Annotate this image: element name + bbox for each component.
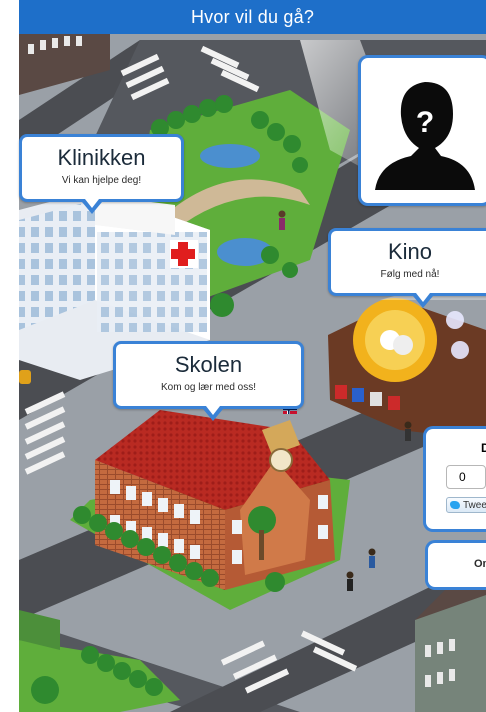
mystery-person-icon: ?	[375, 82, 475, 190]
car-left-edge	[19, 370, 31, 384]
location-klinikken[interactable]: Klinikken Vi kan hjelpe deg!	[19, 134, 184, 214]
mystery-person-card[interactable]: ?	[358, 55, 486, 206]
pond	[200, 144, 260, 168]
location-subtitle: Kom og lær med oss!	[160, 382, 257, 393]
tweet-button[interactable]: Tweet	[446, 497, 486, 513]
about-tab[interactable]: Om	[425, 540, 486, 590]
location-title: Klinikken	[57, 145, 146, 170]
location-title: Kino	[387, 239, 433, 264]
page-title: Hvor vil du gå?	[190, 6, 315, 27]
question-mark: ?	[416, 106, 434, 139]
location-subtitle: Vi kan hjelpe deg!	[61, 175, 142, 186]
share-heading: D	[481, 441, 486, 455]
share-panel: D 0 Tweet	[423, 426, 486, 532]
page-header: Hvor vil du gå?	[19, 0, 486, 34]
location-kino[interactable]: Kino Følg med nå!	[328, 228, 486, 308]
share-count: 0	[446, 465, 486, 489]
location-skolen[interactable]: Skolen Kom og lær med oss!	[113, 341, 304, 421]
twitter-bird-icon	[450, 501, 460, 509]
tweet-label: Tweet	[463, 499, 486, 511]
location-title: Skolen	[174, 352, 243, 377]
about-tab-label: Om	[474, 558, 486, 570]
location-subtitle: Følg med nå!	[380, 269, 440, 280]
city-map-stage: Hvor vil du gå? Klinikken Vi kan hjelpe …	[0, 0, 486, 712]
